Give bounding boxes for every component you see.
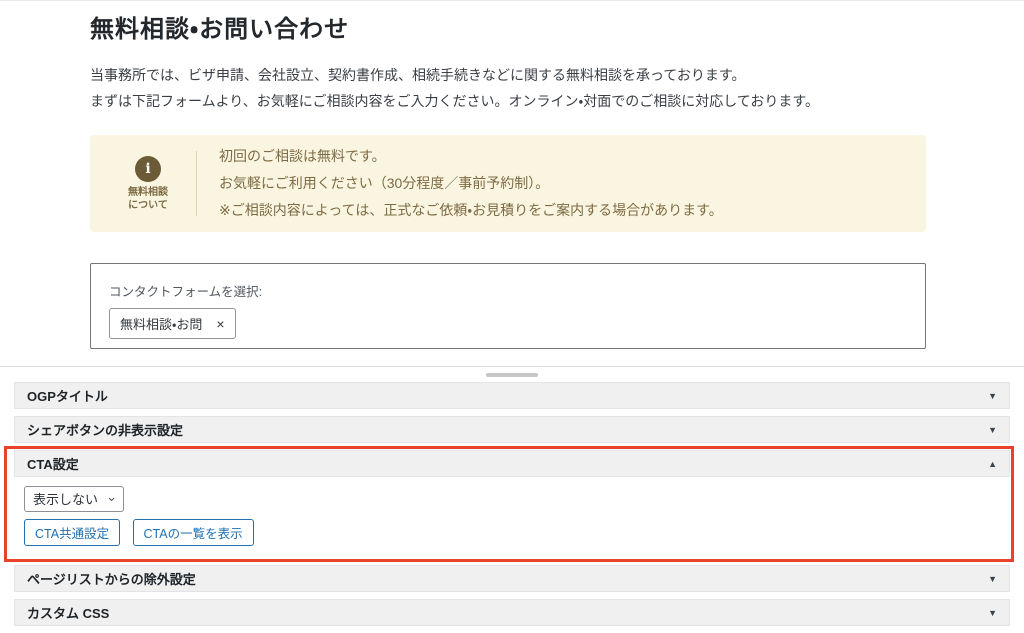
panel-cta-settings-header[interactable]: CTA設定 ▲ (14, 450, 1010, 477)
panel-pagelist-exclusion[interactable]: ページリストからの除外設定 ▼ (14, 565, 1010, 592)
cta-display-select[interactable]: 表示しない (24, 486, 124, 512)
chip-close-icon[interactable]: × (216, 317, 224, 331)
chevron-down-icon: ▼ (988, 608, 997, 618)
resize-drag-handle[interactable] (486, 373, 538, 377)
free-consultation-info-box: i 無料相談 について 初回のご相談は無料です。 お気軽にご利用ください（30分… (90, 135, 926, 232)
metabox-panel-list: OGPタイトル ▼ シェアボタンの非表示設定 ▼ CTA設定 ▲ 表示しない ⌄… (0, 382, 1024, 626)
contact-form-selector-label: コンタクトフォームを選択: (109, 281, 907, 300)
panel-custom-css[interactable]: カスタム CSS ▼ (14, 599, 1010, 626)
info-box-text: 初回のご相談は無料です。 お気軽にご利用ください（30分程度／事前予約制）。 ※… (219, 143, 723, 224)
intro-paragraph: 当事務所では、ビザ申請、会社設立、契約書作成、相続手続きなどに関する無料相談を承… (90, 62, 926, 114)
selected-form-chip-text: 無料相談・お問 (120, 314, 202, 333)
panel-cta-settings-group: CTA設定 ▲ 表示しない ⌄ CTA共通設定 CTAの一覧を表示 (14, 450, 1010, 558)
selected-form-chip: 無料相談・お問 × (109, 308, 236, 339)
info-box-label: 無料相談 について (112, 186, 184, 212)
info-line-3: ※ご相談内容によっては、正式なご依頼・お見積りをご案内する場合があります。 (219, 197, 723, 224)
page-title: 無料相談・お問い合わせ (90, 9, 926, 44)
cta-display-select-wrap: 表示しない ⌄ (24, 486, 124, 512)
panel-ogp-title[interactable]: OGPタイトル ▼ (14, 382, 1010, 409)
info-box-icon-column: i 無料相談 について (112, 156, 184, 212)
chevron-down-icon: ▼ (988, 391, 997, 401)
vertical-divider (196, 151, 197, 216)
intro-line-1: 当事務所では、ビザ申請、会社設立、契約書作成、相続手続きなどに関する無料相談を承… (90, 62, 926, 88)
intro-line-2: まずは下記フォームより、お気軽にご相談内容をご入力ください。オンライン・対面での… (90, 88, 926, 114)
cta-buttons-row: CTA共通設定 CTAの一覧を表示 (24, 519, 1000, 546)
post-content-area: 無料相談・お問い合わせ 当事務所では、ビザ申請、会社設立、契約書作成、相続手続き… (90, 1, 926, 349)
editor-metabox-divider (0, 366, 1024, 382)
info-icon: i (135, 156, 161, 182)
info-line-1: 初回のご相談は無料です。 (219, 143, 723, 170)
chevron-up-icon: ▲ (988, 459, 997, 469)
panel-share-button-settings[interactable]: シェアボタンの非表示設定 ▼ (14, 416, 1010, 443)
cta-settings-body: 表示しない ⌄ CTA共通設定 CTAの一覧を表示 (14, 477, 1010, 558)
contact-form-selector-block: コンタクトフォームを選択: 無料相談・お問 × (90, 263, 926, 349)
cta-list-button[interactable]: CTAの一覧を表示 (133, 519, 254, 546)
chevron-down-icon: ▼ (988, 425, 997, 435)
cta-common-settings-button[interactable]: CTA共通設定 (24, 519, 120, 546)
info-line-2: お気軽にご利用ください（30分程度／事前予約制）。 (219, 170, 723, 197)
chevron-down-icon: ▼ (988, 574, 997, 584)
